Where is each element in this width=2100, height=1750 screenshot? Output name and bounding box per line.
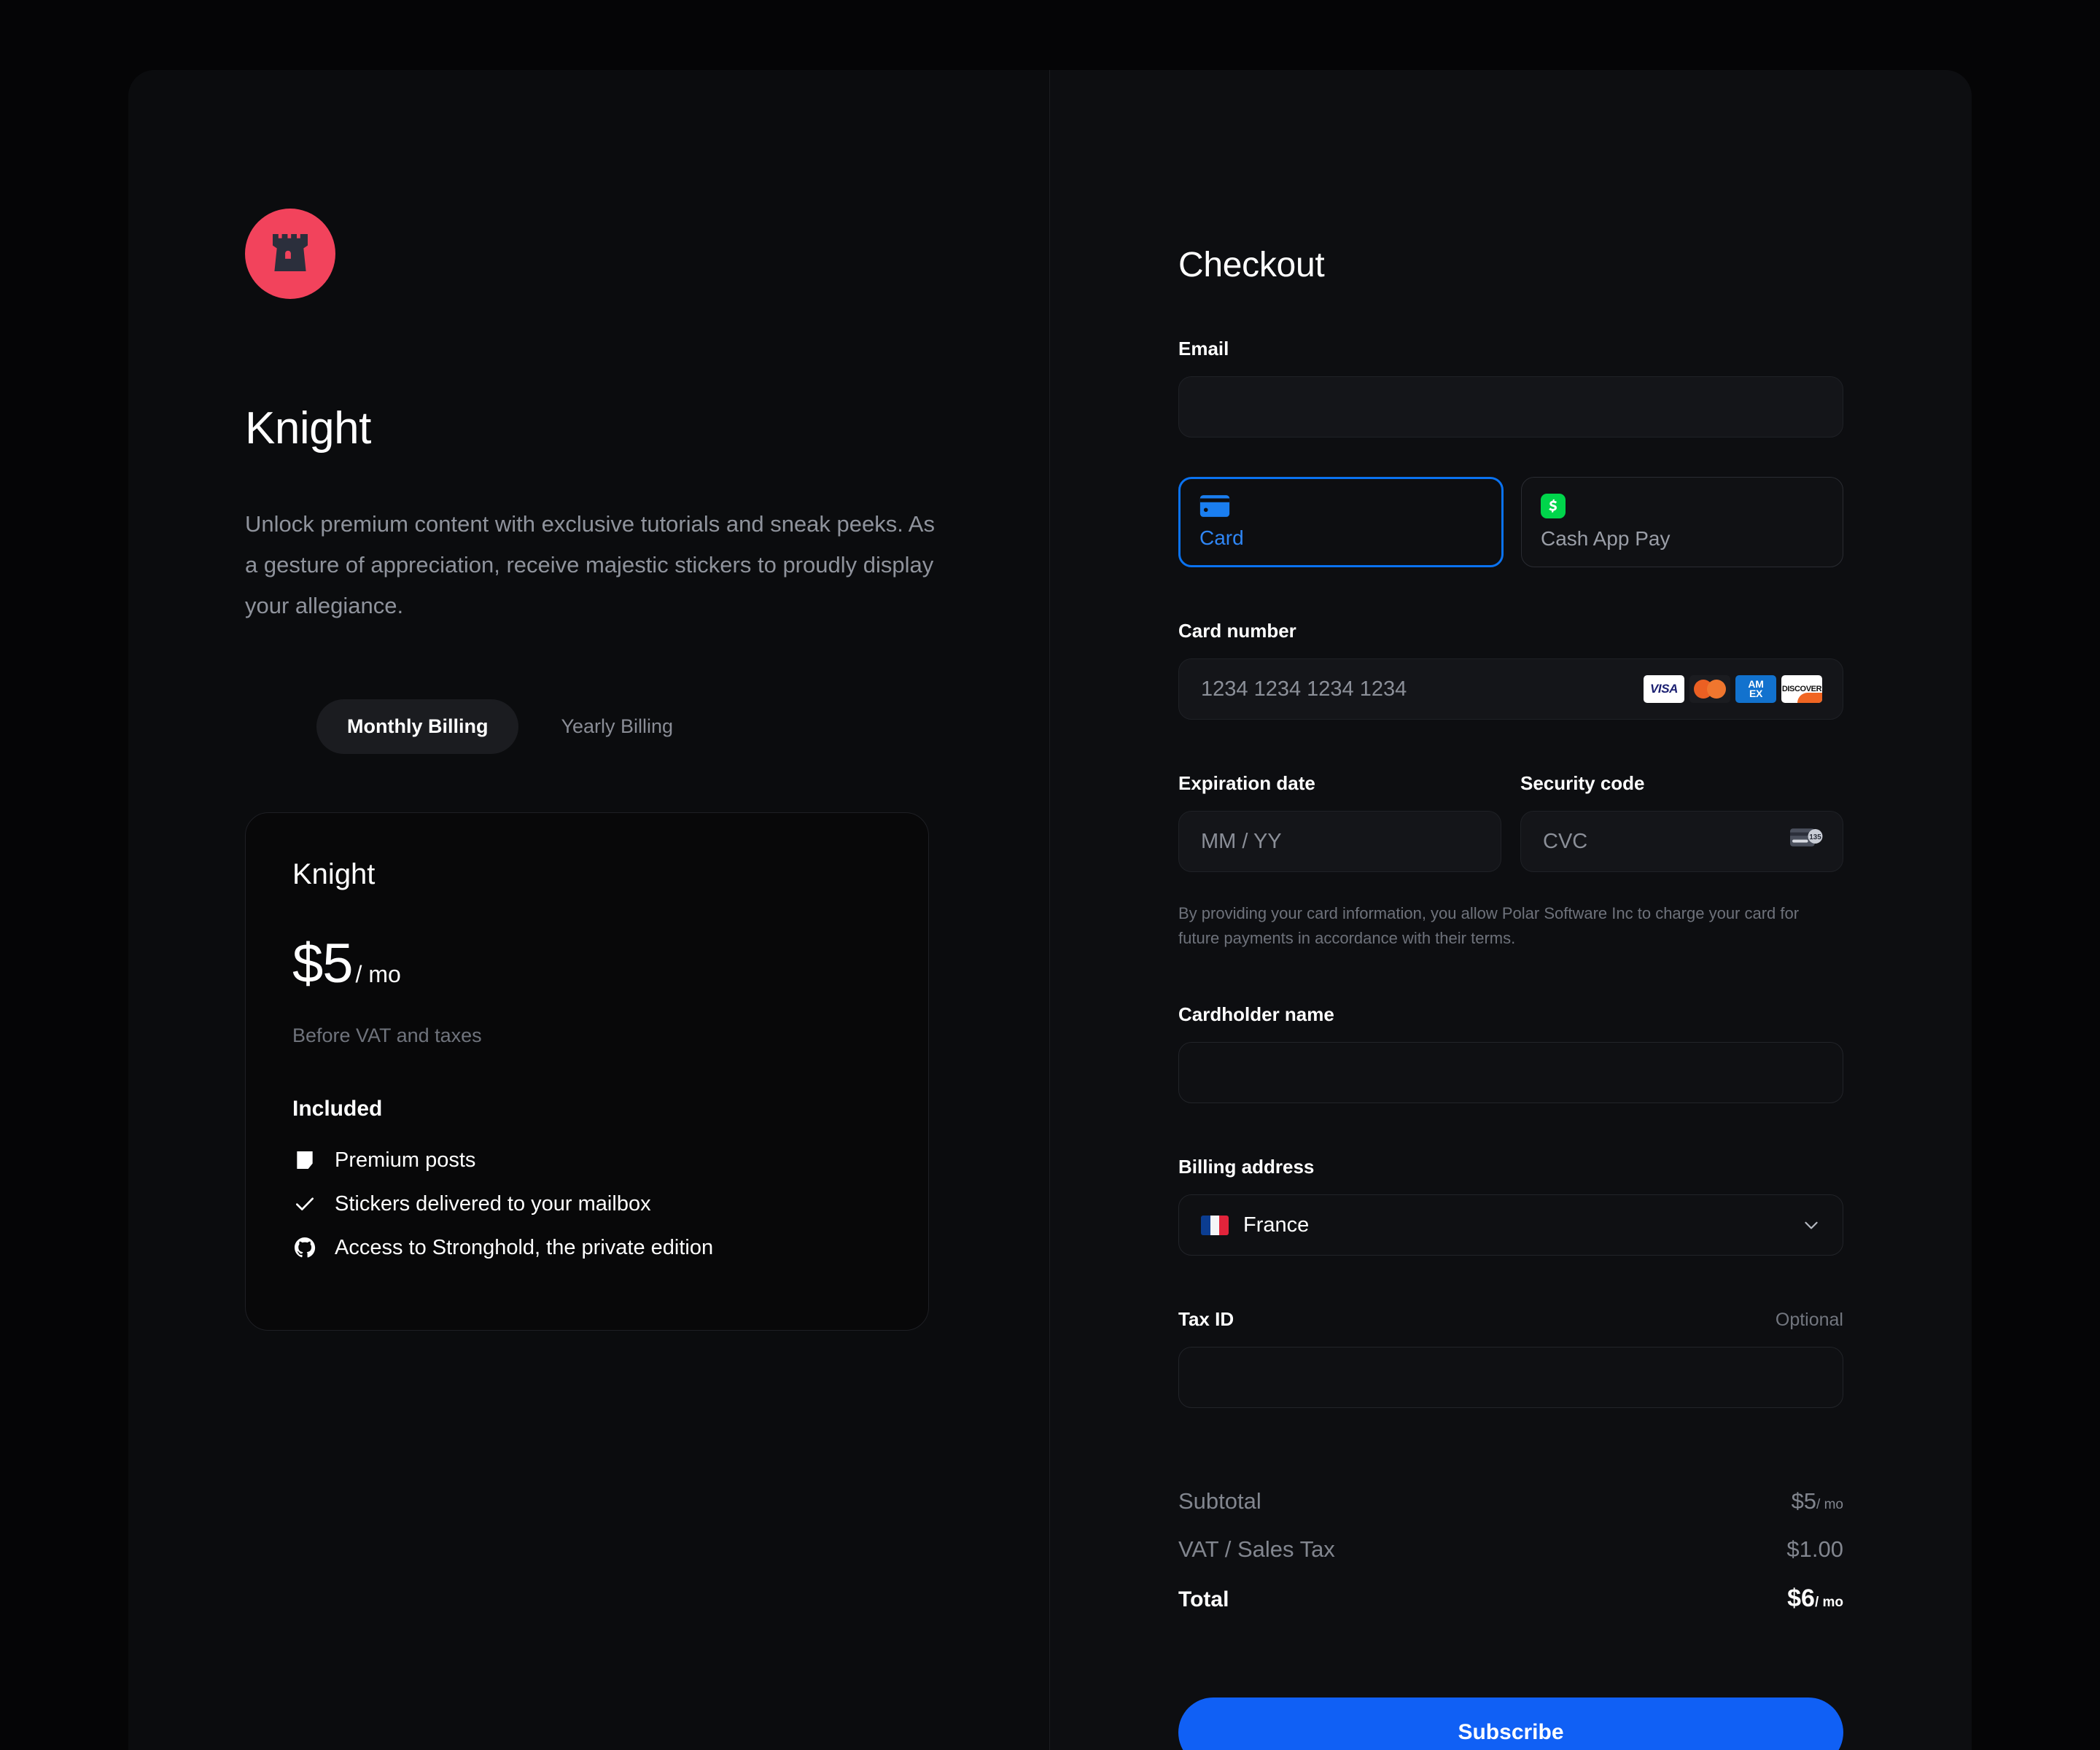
expiration-placeholder: MM / YY [1201,829,1282,853]
summary-row-vat: VAT / Sales Tax $1.00 [1178,1536,1843,1563]
summary-period: / mo [1816,1497,1843,1512]
feature-item: Stickers delivered to your mailbox [292,1191,882,1216]
email-input[interactable] [1178,376,1843,438]
fr-flag-icon [1201,1215,1229,1235]
payment-method-cash-app-label: Cash App Pay [1541,527,1671,550]
security-code-label: Security code [1520,772,1645,794]
feature-item: Access to Stronghold, the private editio… [292,1235,882,1260]
billing-toggle: Monthly Billing Yearly Billing [245,699,1049,754]
price-card: Knight $5 / mo Before VAT and taxes Incl… [245,812,929,1331]
expiration-field-group: Expiration date MM / YY [1178,772,1501,872]
included-title: Included [292,1097,383,1121]
note-post-icon [292,1148,317,1172]
country-select[interactable]: France [1178,1194,1843,1256]
card-details-row: Expiration date MM / YY Security code CV… [1178,772,1843,872]
email-label: Email [1178,338,1229,359]
billing-toggle-monthly[interactable]: Monthly Billing [316,699,519,754]
visa-icon: VISA [1644,675,1684,703]
summary-value: $5/ mo [1792,1488,1843,1514]
cvc-digits: 135 [1809,833,1821,841]
payment-method-card-label: Card [1199,526,1244,549]
feature-label: Stickers delivered to your mailbox [335,1191,651,1216]
expiration-label: Expiration date [1178,772,1315,794]
checkout-panel: Checkout Email Card Cash App Pay Card nu… [1050,70,1972,1750]
email-field-group: Email [1178,338,1843,438]
price-card-title: Knight [292,858,376,890]
subscribe-button[interactable]: Subscribe [1178,1698,1843,1750]
summary-row-subtotal: Subtotal $5/ mo [1178,1488,1843,1514]
check-icon [292,1191,317,1216]
payment-method-tabs: Card Cash App Pay [1178,477,1843,567]
total-label: Total [1178,1587,1229,1611]
checkout-card: Knight Unlock premium content with exclu… [128,70,1972,1750]
total-value: $6/ mo [1787,1584,1843,1613]
card-number-placeholder: 1234 1234 1234 1234 [1201,677,1407,701]
payment-method-card[interactable]: Card [1178,477,1504,567]
product-title: Knight [245,403,371,454]
tax-id-optional-label: Optional [1775,1310,1843,1330]
price-note: Before VAT and taxes [292,1024,482,1046]
cash-app-icon [1541,494,1571,518]
price-period: / mo [355,961,401,987]
cvc-card-icon: 135 [1790,826,1824,857]
summary-label: VAT / Sales Tax [1178,1536,1335,1562]
github-icon [292,1235,317,1260]
security-code-field-group: Security code CVC 135 [1520,772,1843,872]
feature-label: Access to Stronghold, the private editio… [335,1235,714,1259]
product-description: Unlock premium content with exclusive tu… [245,511,935,618]
product-panel: Knight Unlock premium content with exclu… [128,70,1050,1750]
tax-id-label-row: Tax ID Optional [1178,1308,1843,1331]
summary-value: $1.00 [1786,1536,1843,1562]
cardholder-name-field-group: Cardholder name [1178,1003,1843,1103]
mastercard-icon [1689,675,1730,703]
total-amount: $6 [1787,1584,1815,1612]
feature-list: Premium posts Stickers delivered to your… [292,1148,882,1260]
security-code-placeholder: CVC [1543,829,1588,853]
country-select-value: France [1243,1213,1310,1237]
chevron-down-icon[interactable] [1802,1216,1821,1234]
billing-address-label: Billing address [1178,1156,1315,1178]
price-row: $5 / mo [292,932,882,995]
expiration-input[interactable]: MM / YY [1178,811,1501,872]
amex-icon: AM EX [1735,675,1776,703]
summary-amount: $5 [1791,1488,1817,1514]
security-code-input[interactable]: CVC 135 [1520,811,1843,872]
tax-id-label: Tax ID [1178,1308,1234,1330]
total-period: / mo [1814,1595,1843,1610]
card-number-label: Card number [1178,620,1296,642]
feature-label: Premium posts [335,1148,476,1172]
billing-toggle-yearly[interactable]: Yearly Billing [530,699,704,754]
summary-label: Subtotal [1178,1488,1261,1514]
order-summary: Subtotal $5/ mo VAT / Sales Tax $1.00 To… [1178,1488,1843,1613]
price-amount: $5 [292,933,354,995]
card-number-field-group: Card number 1234 1234 1234 1234 VISA AM E… [1178,620,1843,720]
tax-id-field-group: Tax ID Optional [1178,1308,1843,1408]
cardholder-name-label: Cardholder name [1178,1003,1334,1025]
discover-icon: DISCOVER [1781,675,1822,703]
castle-tower-icon [273,234,308,271]
card-number-input-wrapper[interactable]: 1234 1234 1234 1234 VISA AM EX DISCOVER [1178,658,1843,720]
billing-address-field-group: Billing address France [1178,1156,1843,1256]
feature-item: Premium posts [292,1148,882,1172]
checkout-page: Knight Unlock premium content with exclu… [0,0,2100,1750]
checkout-title: Checkout [1178,246,1325,284]
tax-id-input[interactable] [1178,1347,1843,1408]
payment-method-cash-app-pay[interactable]: Cash App Pay [1521,477,1843,567]
cardholder-name-input[interactable] [1178,1042,1843,1103]
summary-row-total: Total $6/ mo [1178,1584,1843,1613]
card-legal-text: By providing your card information, you … [1178,904,1800,947]
product-logo [245,209,335,299]
card-brand-row: VISA AM EX DISCOVER [1644,675,1822,703]
credit-card-icon [1199,494,1230,518]
country-select-value-wrapper: France [1201,1213,1309,1237]
